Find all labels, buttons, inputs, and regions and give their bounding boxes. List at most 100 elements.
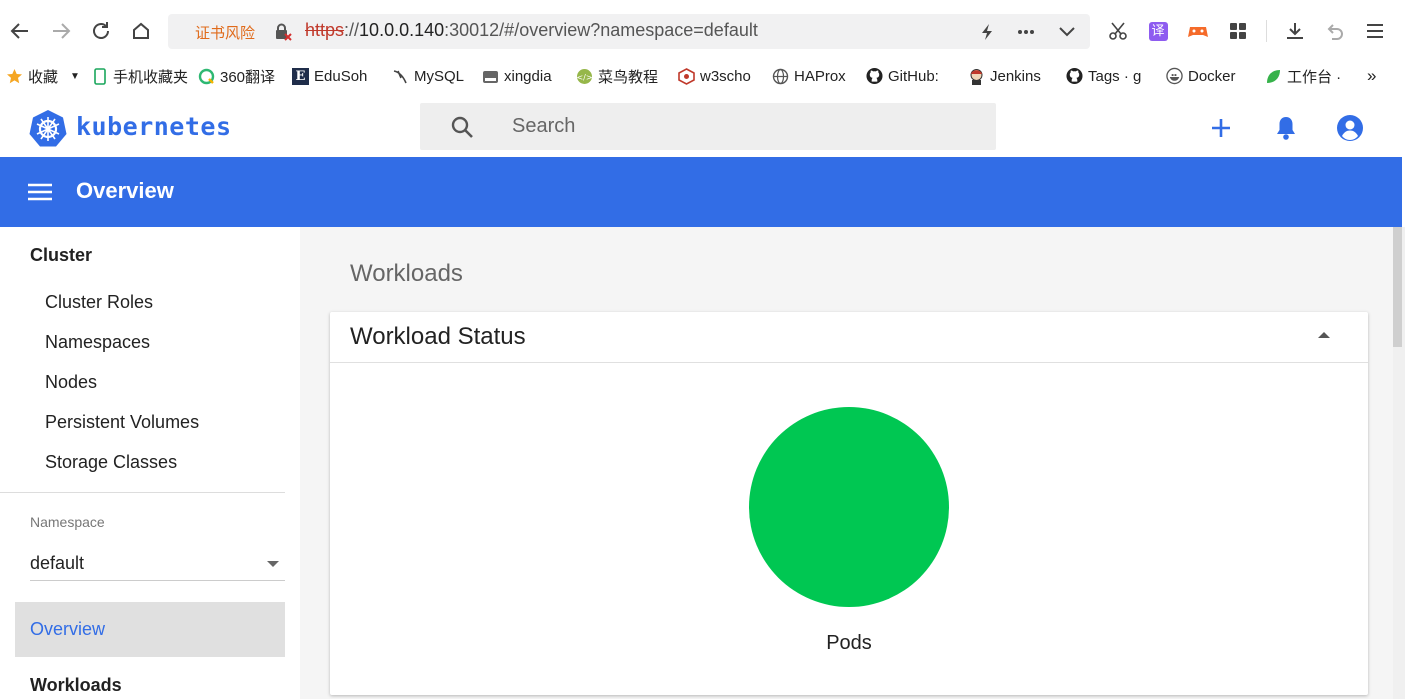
edusoho-icon: E xyxy=(292,67,309,85)
more-icon[interactable] xyxy=(1017,23,1035,41)
code-circle-icon: </> xyxy=(576,68,593,85)
address-bar[interactable]: 证书风险 https://10.0.0.140:30012/#/overview… xyxy=(168,14,1090,49)
hamburger-menu-icon[interactable] xyxy=(27,181,53,203)
sidebar-item-cluster-roles[interactable]: Cluster Roles xyxy=(45,292,153,313)
bookmark-favorites[interactable]: 收藏 ▼ xyxy=(6,65,86,87)
bookmark-tags[interactable]: Tags · g xyxy=(1066,65,1150,87)
reload-icon[interactable] xyxy=(88,18,114,44)
bookmark-jenkins[interactable]: Jenkins xyxy=(968,65,1048,87)
leaf-icon xyxy=(1265,68,1282,85)
menu-icon[interactable] xyxy=(1364,20,1386,42)
bookmark-workspace[interactable]: 工作台 · xyxy=(1265,65,1345,87)
bookmark-label: MySQL xyxy=(414,67,465,85)
w3school-icon xyxy=(678,67,695,85)
insecure-lock-icon[interactable] xyxy=(274,23,292,41)
namespace-label: Namespace xyxy=(30,514,105,530)
kubernetes-logo-icon[interactable] xyxy=(29,109,67,147)
caret-down-icon: ▼ xyxy=(70,70,80,82)
github-icon xyxy=(1066,67,1083,85)
bookmark-docker[interactable]: Docker xyxy=(1166,65,1246,87)
bookmark-label: Jenkins xyxy=(990,67,1041,85)
toolbar-divider xyxy=(1266,20,1267,42)
sidebar-heading-workloads[interactable]: Workloads xyxy=(30,675,122,696)
sidebar-item-storage-classes[interactable]: Storage Classes xyxy=(45,452,177,473)
bookmark-label: 菜鸟教程 xyxy=(598,68,659,86)
bookmark-edusoho[interactable]: E EduSoh xyxy=(292,65,374,87)
url-text[interactable]: https://10.0.0.140:30012/#/overview?name… xyxy=(305,20,758,41)
create-plus-icon[interactable] xyxy=(1207,114,1235,142)
bookmark-label: xingdia xyxy=(504,67,552,85)
notifications-bell-icon[interactable] xyxy=(1272,114,1300,142)
page-toolbar: Overview xyxy=(0,157,1402,227)
bookmark-label: EduSoh xyxy=(314,67,368,85)
sidebar-item-label: Overview xyxy=(30,619,106,639)
cert-warning[interactable]: 证书风险 xyxy=(195,22,255,43)
svg-text:</>: </> xyxy=(576,73,592,82)
bookmark-label: 手机收藏夹 xyxy=(113,68,189,86)
url-separator: :// xyxy=(344,20,360,40)
apps-grid-icon[interactable] xyxy=(1227,20,1249,42)
sidebar-divider xyxy=(0,492,285,493)
star-icon xyxy=(6,68,23,85)
bookmark-label: 收藏 xyxy=(28,68,59,86)
phone-icon xyxy=(91,67,108,85)
main-content: Workloads Workload Status Pods xyxy=(300,227,1393,699)
bookmark-label: Docker xyxy=(1188,67,1236,85)
lightning-icon[interactable] xyxy=(978,23,996,41)
card-header: Workload Status xyxy=(330,312,1368,363)
sidebar-item-overview[interactable]: Overview xyxy=(15,602,285,657)
url-path: :30012/#/overview?namespace=default xyxy=(444,20,758,40)
bookmark-label: 360翻译 xyxy=(220,68,276,86)
page-title: Overview xyxy=(76,178,174,203)
workload-status-card: Workload Status Pods xyxy=(330,312,1368,695)
scissors-icon[interactable] xyxy=(1107,20,1129,42)
bookmarks-overflow-icon[interactable]: » xyxy=(1367,65,1383,87)
pods-chart-label: Pods xyxy=(826,632,872,654)
undo-icon[interactable] xyxy=(1324,20,1346,42)
collapse-caret-icon[interactable] xyxy=(1318,332,1330,338)
bookmark-github[interactable]: GitHub: xyxy=(866,65,948,87)
bookmark-mobile[interactable]: 手机收藏夹 xyxy=(91,65,189,87)
search-box xyxy=(420,103,996,150)
caret-down-icon xyxy=(267,561,279,567)
namespace-value: default xyxy=(30,553,85,573)
download-icon[interactable] xyxy=(1284,20,1306,42)
search-icon xyxy=(451,116,473,138)
app-header: kubernetes xyxy=(0,90,1405,157)
docker-icon xyxy=(1166,67,1183,85)
forward-icon[interactable] xyxy=(48,18,74,44)
namespace-select[interactable]: default xyxy=(30,547,285,581)
account-icon[interactable] xyxy=(1336,114,1364,142)
jenkins-icon xyxy=(968,68,985,85)
search-input[interactable] xyxy=(512,113,972,140)
card-title: Workload Status xyxy=(350,323,526,350)
bookmarks-bar: 收藏 ▼ 手机收藏夹 360翻译 E EduSoh MySQL xingdia … xyxy=(0,62,1405,90)
pods-pie-chart[interactable] xyxy=(749,407,949,607)
bookmark-translate[interactable]: 360翻译 xyxy=(198,65,284,87)
sidebar-item-persistent-volumes[interactable]: Persistent Volumes xyxy=(45,412,199,433)
bookmark-label: GitHub: xyxy=(888,67,939,85)
bookmark-runoob[interactable]: </> 菜鸟教程 xyxy=(576,65,662,87)
chevron-down-icon[interactable] xyxy=(1058,23,1076,41)
drive-icon xyxy=(482,68,499,85)
bookmark-xingdian[interactable]: xingdia xyxy=(482,65,560,87)
sidebar-item-nodes[interactable]: Nodes xyxy=(45,372,97,393)
back-icon[interactable] xyxy=(7,18,33,44)
bookmark-mysql[interactable]: MySQL xyxy=(392,65,466,87)
game-icon[interactable] xyxy=(1187,20,1209,42)
translate-360-icon xyxy=(198,68,215,85)
url-host: 10.0.0.140 xyxy=(359,20,445,40)
github-icon xyxy=(866,67,883,85)
bookmark-label: Tags · g xyxy=(1088,67,1142,85)
scrollbar-thumb[interactable] xyxy=(1393,227,1402,347)
globe-icon xyxy=(772,68,789,85)
bookmark-w3school[interactable]: w3scho xyxy=(678,65,756,87)
bookmark-haproxy[interactable]: HAProx xyxy=(772,65,854,87)
translate-icon[interactable]: 译 xyxy=(1147,20,1169,42)
section-title: Workloads xyxy=(350,260,463,287)
home-icon[interactable] xyxy=(128,18,154,44)
sidebar-item-namespaces[interactable]: Namespaces xyxy=(45,332,150,353)
sidebar-heading-cluster[interactable]: Cluster xyxy=(30,245,92,266)
url-protocol: https xyxy=(305,20,345,40)
brand-name[interactable]: kubernetes xyxy=(76,112,232,141)
